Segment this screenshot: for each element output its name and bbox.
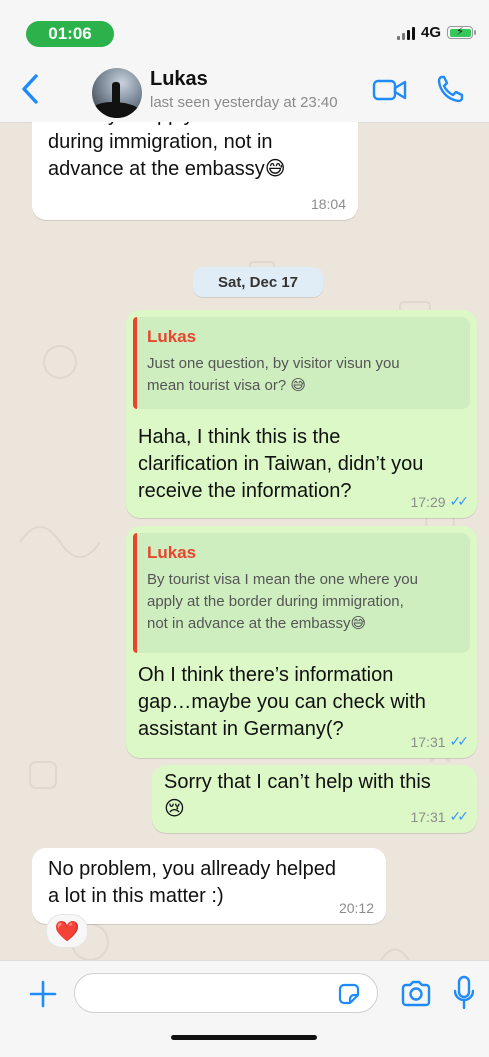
plus-icon[interactable] [26, 977, 60, 1011]
phone-call-icon[interactable] [436, 74, 464, 104]
outgoing-message[interactable]: Lukas Just one question, by visitor visu… [126, 310, 477, 518]
message-meta: 20:12 [339, 900, 374, 916]
whatsapp-chat-screen: 01:06 4G ⚡ Lukas last seen yesterday at … [0, 0, 489, 1057]
outgoing-message[interactable]: Sorry that I can’t help with this 😢 17:3… [152, 765, 477, 833]
message-list[interactable]: where you apply at the border during imm… [0, 122, 489, 960]
message-input[interactable] [74, 973, 378, 1013]
message-time: 17:31 [410, 808, 446, 825]
sticker-icon[interactable] [336, 981, 362, 1007]
message-text: Sorry that I can’t help with this 😢 [164, 771, 431, 820]
message-time: 17:31 [410, 733, 446, 750]
quote-text: Just one question, by visitor visun you … [147, 355, 400, 394]
message-time: 20:12 [338, 900, 374, 916]
read-receipt-icon: ✓✓ [449, 493, 470, 509]
status-time: 01:06 [26, 21, 114, 47]
network-type: 4G [420, 24, 441, 41]
contact-name[interactable]: Lukas [150, 68, 208, 91]
message-text: where you apply at the border during imm… [48, 122, 313, 180]
read-receipt-icon: ✓✓ [449, 733, 470, 749]
quote-text: By tourist visa I mean the one where you… [147, 571, 418, 632]
back-chevron-icon[interactable] [18, 72, 42, 106]
last-seen-status: last seen yesterday at 23:40 [150, 94, 338, 111]
outgoing-message[interactable]: Lukas By tourist visa I mean the one whe… [126, 526, 477, 758]
signal-bars-icon [396, 26, 415, 40]
message-text: Haha, I think this is the clarification … [138, 426, 424, 502]
message-time: 17:29 [410, 493, 446, 510]
status-bar: 01:06 4G ⚡ [0, 0, 489, 56]
incoming-message[interactable]: No problem, you allready helped a lot in… [32, 848, 386, 924]
read-receipt-icon: ✓✓ [449, 808, 470, 824]
message-text: No problem, you allready helped a lot in… [48, 858, 336, 907]
quote-author: Lukas [147, 543, 197, 562]
microphone-icon[interactable] [454, 975, 474, 1011]
message-meta: 17:31 ✓✓ [410, 733, 470, 750]
heart-reaction-icon[interactable]: ❤️ [46, 914, 88, 948]
composer-bar [0, 960, 489, 1057]
video-call-icon[interactable] [372, 78, 408, 102]
date-separator: Sat, Dec 17 [193, 267, 323, 297]
message-meta: 18:04 [311, 196, 346, 212]
chat-header: Lukas last seen yesterday at 23:40 [0, 56, 489, 123]
camera-icon[interactable] [399, 979, 433, 1009]
message-time: 18:04 [310, 196, 346, 212]
quote-author: Lukas [147, 327, 197, 346]
home-indicator[interactable] [171, 1035, 317, 1040]
quoted-reply[interactable]: Lukas By tourist visa I mean the one whe… [133, 533, 470, 653]
avatar[interactable] [92, 68, 142, 118]
battery-charging-icon: ⚡ [447, 26, 476, 39]
message-text: Oh I think there’s information gap…maybe… [138, 664, 426, 740]
message-meta: 17:31 ✓✓ [410, 808, 470, 825]
quoted-reply[interactable]: Lukas Just one question, by visitor visu… [133, 317, 470, 409]
incoming-message[interactable]: where you apply at the border during imm… [32, 122, 358, 220]
message-meta: 17:29 ✓✓ [410, 493, 470, 510]
status-indicators: 4G ⚡ [396, 24, 476, 41]
